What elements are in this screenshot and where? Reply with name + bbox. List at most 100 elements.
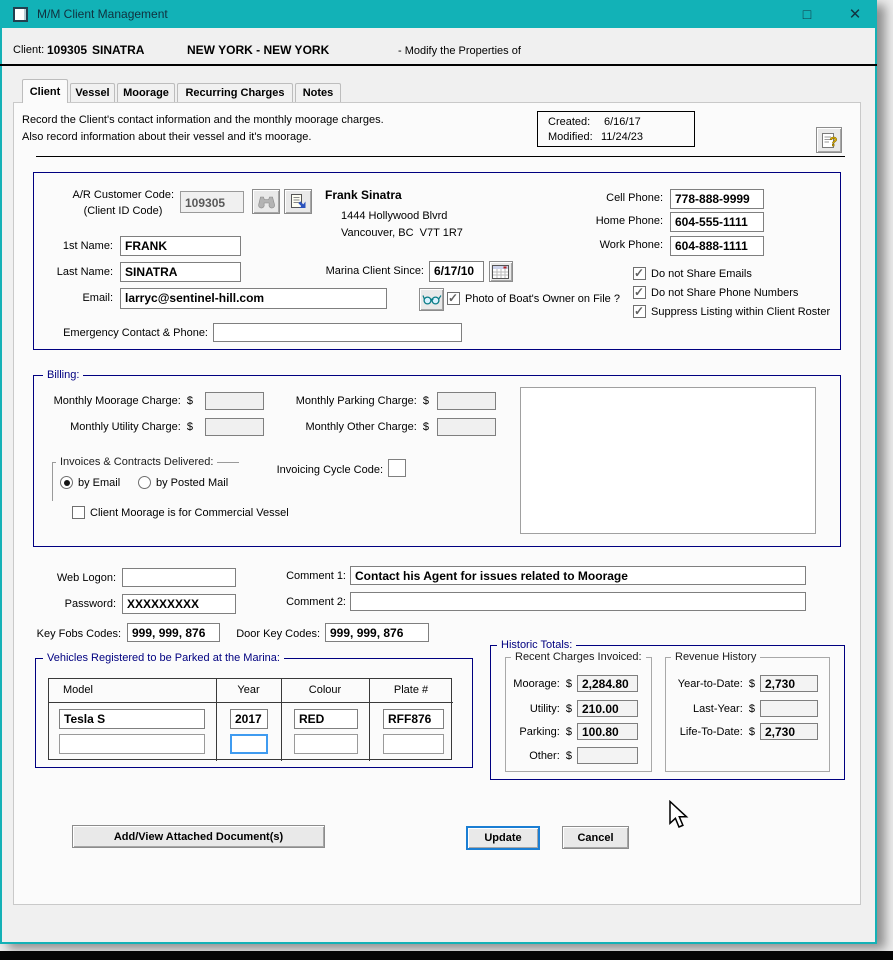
radio-by-email[interactable] [60, 476, 73, 489]
ar-code-label: A/R Customer Code: [62, 189, 174, 201]
tab-client-label: Client [30, 86, 61, 98]
created-value: 6/16/17 [604, 116, 641, 128]
tab-vessel[interactable]: Vessel [70, 83, 115, 102]
header-client-code: 109305 [47, 43, 87, 57]
maximize-icon: □ [803, 6, 811, 22]
password-field[interactable]: XXXXXXXXX [122, 594, 236, 614]
created-label: Created: [548, 116, 590, 128]
door-keys-label: Door Key Codes: [224, 628, 320, 640]
recent-parking-field: 100.80 [577, 723, 638, 740]
web-logon-label: Web Logon: [40, 572, 116, 584]
commercial-vessel-label: Client Moorage is for Commercial Vessel [90, 507, 289, 519]
billing-group-label: Billing: [43, 369, 83, 381]
do-not-share-emails-checkbox[interactable] [633, 267, 646, 280]
add-view-documents-button[interactable]: Add/View Attached Document(s) [72, 825, 325, 848]
help-button[interactable]: ? [816, 127, 842, 153]
photo-on-file-checkbox[interactable] [447, 292, 460, 305]
suppress-listing-checkbox[interactable] [633, 305, 646, 318]
calendar-icon [492, 264, 510, 280]
radio-by-posted-mail[interactable] [138, 476, 151, 489]
header-client-location: NEW YORK - NEW YORK [187, 43, 329, 57]
photo-on-file-label: Photo of Boat's Owner on File ? [465, 293, 620, 305]
window-title: M/M Client Management [37, 7, 168, 21]
tab-recurring-charges-label: Recurring Charges [185, 87, 284, 99]
tab-notes-label: Notes [303, 87, 334, 99]
cell-phone-field[interactable]: 778-888-9999 [670, 189, 764, 209]
vehicle-year-field-2[interactable] [230, 734, 268, 754]
vehicle-model-field-1[interactable]: Tesla S [59, 709, 205, 729]
recent-parking-label: Parking: $ [498, 726, 572, 738]
add-view-documents-label: Add/View Attached Document(s) [114, 831, 283, 843]
cancel-button[interactable]: Cancel [562, 826, 629, 849]
ytd-label: Year-to-Date: $ [668, 678, 755, 690]
invoicing-cycle-label: Invoicing Cycle Code: [272, 464, 383, 476]
notepad-icon [289, 193, 307, 210]
ytd-field: 2,730 [760, 675, 818, 692]
vehicle-colour-field-2[interactable] [294, 734, 358, 754]
first-name-field[interactable]: FRANK [120, 236, 241, 256]
vehicles-col-model: Model [63, 684, 93, 696]
do-not-share-phones-checkbox[interactable] [633, 286, 646, 299]
ar-code-field[interactable]: 109305 [180, 191, 244, 213]
door-keys-field[interactable]: 999, 999, 876 [325, 623, 429, 642]
vehicle-plate-field-2[interactable] [383, 734, 444, 754]
modified-label: Modified: [548, 131, 593, 143]
maximize-button[interactable]: □ [790, 0, 824, 28]
calendar-button[interactable] [489, 261, 513, 282]
email-field[interactable]: larryc@sentinel-hill.com [120, 288, 387, 309]
billing-notes-listbox[interactable] [520, 387, 816, 534]
ar-code-sublabel: (Client ID Code) [72, 205, 174, 217]
close-button[interactable]: ✕ [838, 0, 872, 28]
delivery-group-label: Invoices & Contracts Delivered: [56, 456, 217, 468]
work-phone-field[interactable]: 604-888-1111 [670, 236, 764, 256]
monthly-utility-field[interactable] [205, 418, 264, 436]
invoicing-cycle-field[interactable] [388, 459, 406, 477]
tab-notes[interactable]: Notes [295, 83, 341, 102]
ltd-label: Life-To-Date: $ [668, 726, 755, 738]
vehicle-year-field-1[interactable]: 2017 [230, 709, 268, 729]
vehicle-plate-field-1[interactable]: RFF876 [383, 709, 444, 729]
commercial-vessel-checkbox[interactable] [72, 506, 85, 519]
revenue-history-label: Revenue History [671, 651, 760, 663]
svg-text:?: ? [829, 134, 837, 149]
first-name-label: 1st Name: [37, 240, 113, 252]
key-fobs-label: Key Fobs Codes: [26, 628, 121, 640]
tab-moorage[interactable]: Moorage [117, 83, 175, 102]
monthly-parking-label: Monthly Parking Charge: $ [289, 395, 429, 407]
comment2-field[interactable] [350, 592, 806, 611]
client-since-field[interactable]: 6/17/10 [429, 261, 484, 282]
vehicle-model-field-2[interactable] [59, 734, 205, 754]
client-address-line1: 1444 Hollywood Blvrd [341, 210, 447, 222]
email-label: Email: [37, 292, 113, 304]
ltd-field: 2,730 [760, 723, 818, 740]
password-label: Password: [40, 598, 116, 610]
search-client-button[interactable] [252, 189, 280, 214]
vehicles-col-colour: Colour [281, 684, 369, 696]
header-mode-text: - Modify the Properties of [398, 45, 521, 57]
vehicles-table: Model Year Colour Plate # Tesla S 2017 R… [48, 678, 452, 760]
comment2-label: Comment 2: [280, 596, 346, 608]
help-icon: ? [821, 131, 838, 150]
web-logon-field[interactable] [122, 568, 236, 587]
client-address-line2: Vancouver, BC V7T 1R7 [341, 227, 463, 239]
tab-recurring-charges[interactable]: Recurring Charges [177, 83, 293, 102]
view-email-button[interactable] [419, 288, 444, 311]
edit-notes-button[interactable] [284, 189, 312, 214]
update-button[interactable]: Update [466, 826, 540, 850]
app-window: M/M Client Management □ ✕ Client: 109305… [0, 0, 877, 944]
vehicle-colour-field-1[interactable]: RED [294, 709, 358, 729]
tab-vessel-label: Vessel [75, 87, 109, 99]
last-name-field[interactable]: SINATRA [120, 262, 241, 282]
monthly-moorage-field[interactable] [205, 392, 264, 410]
tab-client[interactable]: Client [22, 79, 68, 103]
recent-utility-label: Utility: $ [498, 703, 572, 715]
key-fobs-field[interactable]: 999, 999, 876 [127, 623, 220, 642]
monthly-other-field[interactable] [437, 418, 496, 436]
recent-other-label: Other: $ [498, 750, 572, 762]
glasses-icon [422, 294, 442, 305]
monthly-parking-field[interactable] [437, 392, 496, 410]
comment1-field[interactable]: Contact his Agent for issues related to … [350, 566, 806, 585]
emergency-field[interactable] [213, 323, 462, 342]
home-phone-field[interactable]: 604-555-1111 [670, 212, 764, 232]
recent-moorage-field: 2,284.80 [577, 675, 638, 692]
